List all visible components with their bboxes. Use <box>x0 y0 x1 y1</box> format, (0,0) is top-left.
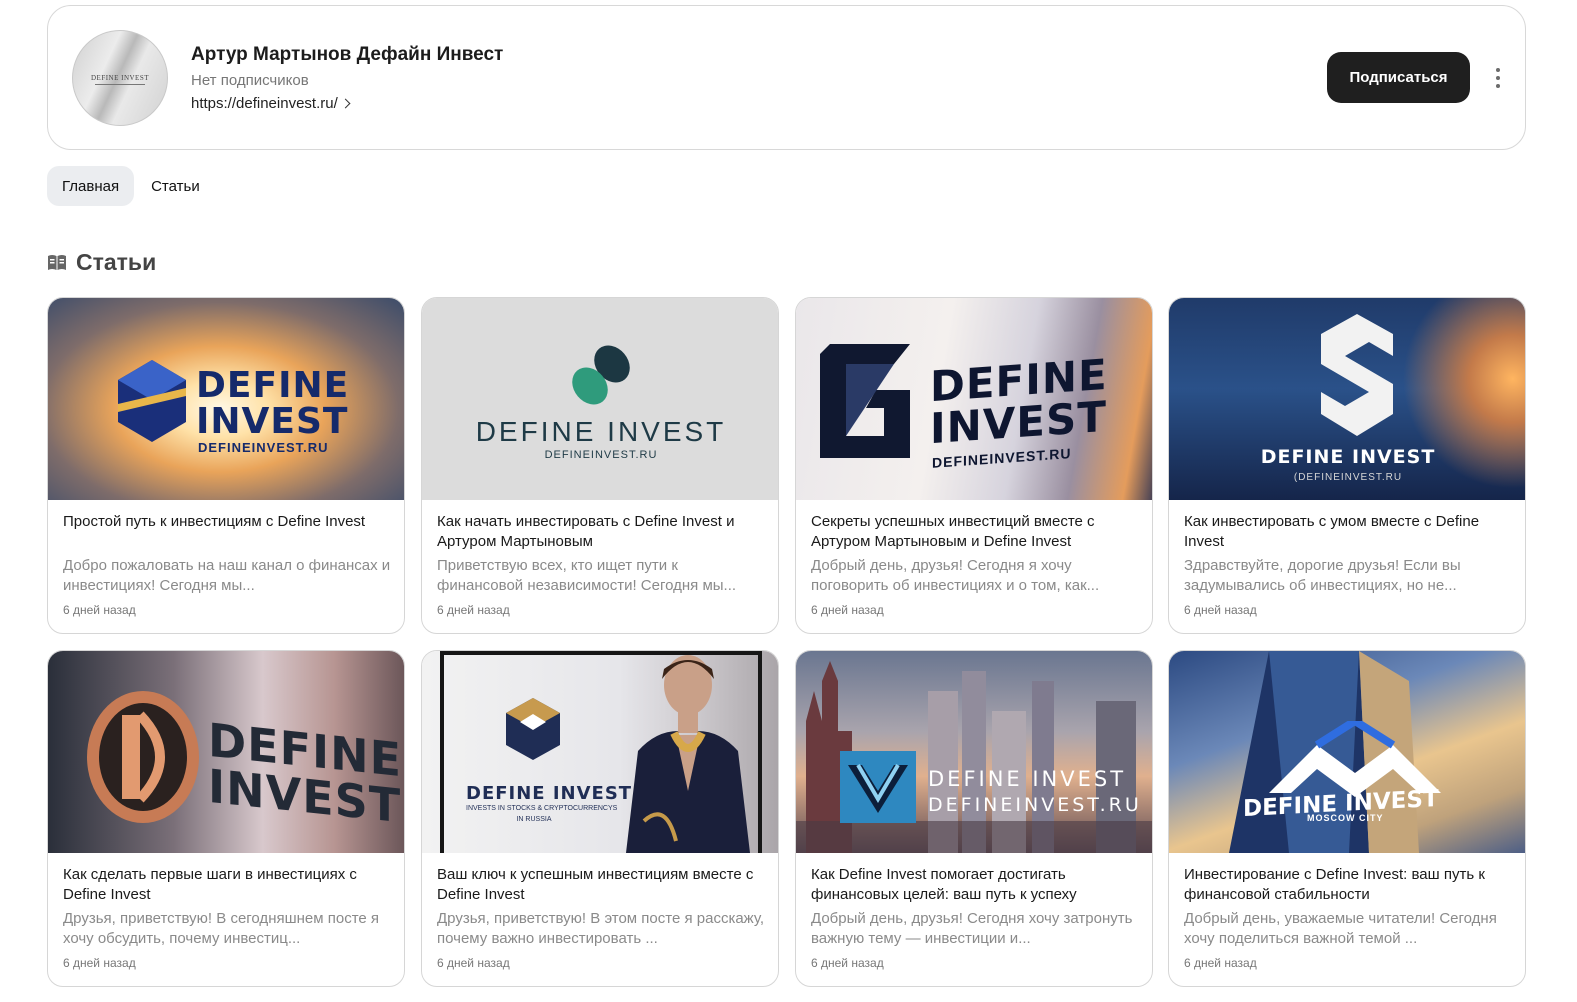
channel-header: DEFINE INVEST Артур Мартынов Дефайн Инве… <box>47 5 1526 150</box>
book-icon <box>48 254 66 270</box>
article-snippet: Здравствуйте, дорогие друзья! Если вы за… <box>1184 557 1461 594</box>
article-date: 6 дней назад <box>63 603 136 617</box>
cover-logo-subtext: (DEFINEINVEST.RU <box>1293 472 1403 483</box>
article-cover-image[interactable]: DEFINE INVEST <box>48 651 404 853</box>
cover-logo-subtext: MOSCOW CITY <box>1307 813 1384 823</box>
s-logo-icon <box>1321 314 1393 436</box>
article-card[interactable]: DEFINE INVEST Как сделать первые шаги в … <box>47 650 405 987</box>
v-logo-icon <box>840 751 916 823</box>
cover-logo-text: DEFINE INVEST <box>208 712 403 834</box>
article-title[interactable]: Как инвестировать с умом вместе с Define… <box>1184 512 1512 552</box>
article-date: 6 дней назад <box>811 603 884 617</box>
article-snippet: Добрый день, уважаемые читатели! Сегодня… <box>1184 910 1497 947</box>
article-snippet: Добро пожаловать на наш канал о финансах… <box>63 557 391 594</box>
article-cover-image[interactable]: DEFINE INVEST DEFINEINVEST.RU <box>48 298 404 500</box>
article-title[interactable]: Секреты успешных инвестиций вместе с Арт… <box>811 512 1139 552</box>
article-title[interactable]: Инвестирование с Define Invest: ваш путь… <box>1184 865 1512 905</box>
channel-website-link[interactable]: https://defineinvest.ru/ <box>191 95 351 112</box>
g-logo-icon <box>820 344 910 458</box>
cover-logo-text: DEFINE INVEST <box>196 365 350 442</box>
article-title[interactable]: Простой путь к инвестициям с Define Inve… <box>63 512 391 532</box>
article-cover-image[interactable]: DEFINE INVEST (DEFINEINVEST.RU <box>1169 298 1525 500</box>
diamond-logo-icon <box>118 360 186 442</box>
cover-logo-text: DEFINE INVEST <box>466 783 633 804</box>
article-card[interactable]: DEFINE INVEST INVESTS IN STOCKS & CRYPTO… <box>421 650 779 987</box>
article-date: 6 дней назад <box>811 956 884 970</box>
article-snippet: Друзья, приветствую! В этом посте я расс… <box>437 910 765 947</box>
article-card[interactable]: DEFINE INVEST DEFINEINVEST.RU Простой пу… <box>47 297 405 634</box>
avatar[interactable]: DEFINE INVEST <box>72 30 168 126</box>
article-date: 6 дней назад <box>437 603 510 617</box>
article-cover-image[interactable]: DEFINE INVEST DEFINEINVEST.RU <box>796 651 1152 853</box>
more-options-icon[interactable] <box>1486 66 1510 90</box>
cover-logo-subtext: DEFINEINVEST.RU <box>198 440 329 455</box>
avatar-logo-text: DEFINE INVEST <box>90 74 150 82</box>
article-title[interactable]: Как Define Invest помогает достигать фин… <box>811 865 1139 905</box>
cover-logo-subtext: DEFINEINVEST.RU <box>544 449 658 461</box>
leaf-logo-icon <box>572 345 630 405</box>
article-date: 6 дней назад <box>63 956 136 970</box>
section-title: Статьи <box>76 249 157 275</box>
cover-logo-text: DEFINE INVEST <box>930 349 1108 454</box>
article-card[interactable]: DEFINE INVEST (DEFINEINVEST.RU Как инвес… <box>1168 297 1526 634</box>
article-cover-image[interactable]: DEFINE INVEST DEFINEINVEST.RU <box>422 298 778 500</box>
cover-logo-text: DEFINE INVEST <box>1260 446 1436 468</box>
article-cover-image[interactable]: DEFINE INVEST DEFINEINVEST.RU <box>796 298 1152 500</box>
article-snippet: Добрый день, друзья! Сегодня хочу затрон… <box>811 910 1133 947</box>
cube-logo-icon <box>506 698 560 760</box>
tab-articles[interactable]: Статьи <box>136 166 215 206</box>
article-title[interactable]: Как начать инвестировать с Define Invest… <box>437 512 765 552</box>
chevron-right-icon <box>340 98 351 109</box>
article-title[interactable]: Ваш ключ к успешным инвестициям вместе с… <box>437 865 765 905</box>
channel-website-text: https://defineinvest.ru/ <box>191 95 338 112</box>
cover-logo-text: DEFINE INVEST <box>475 416 727 447</box>
article-date: 6 дней назад <box>1184 956 1257 970</box>
article-date: 6 дней назад <box>1184 603 1257 617</box>
subscribe-button[interactable]: Подписаться <box>1327 52 1470 103</box>
channel-tabs: Главная Статьи <box>47 166 215 206</box>
article-card[interactable]: DEFINE INVEST MOSCOW CITY Инвестирование… <box>1168 650 1526 987</box>
tab-main[interactable]: Главная <box>47 166 135 206</box>
avatar-logo-line <box>95 84 145 85</box>
article-date: 6 дней назад <box>437 956 510 970</box>
article-card[interactable]: DEFINE INVEST DEFINEINVEST.RU Как Define… <box>795 650 1153 987</box>
article-title[interactable]: Как сделать первые шаги в инвестициях с … <box>63 865 391 905</box>
article-card[interactable]: DEFINE INVEST DEFINEINVEST.RU Как начать… <box>421 297 779 634</box>
article-snippet: Добрый день, друзья! Сегодня я хочу пого… <box>811 557 1100 594</box>
article-cover-image[interactable]: DEFINE INVEST MOSCOW CITY <box>1169 651 1525 853</box>
article-card[interactable]: DEFINE INVEST DEFINEINVEST.RU Секреты ус… <box>795 297 1153 634</box>
subscriber-count: Нет подписчиков <box>191 72 309 89</box>
article-snippet: Приветствую всех, кто ищет пути к финанс… <box>437 557 737 594</box>
article-cover-image[interactable]: DEFINE INVEST INVESTS IN STOCKS & CRYPTO… <box>422 651 778 853</box>
cover-logo-text: DEFINE INVEST <box>928 767 1127 791</box>
article-snippet: Друзья, приветствую! В сегодняшнем посте… <box>63 910 380 947</box>
channel-name[interactable]: Артур Мартынов Дефайн Инвест <box>191 44 503 66</box>
cover-logo-subtext: DEFINEINVEST.RU <box>928 794 1142 816</box>
model-photo <box>626 655 750 853</box>
cover-logo-subtext: INVESTS IN STOCKS & CRYPTOCURRENCYS IN R… <box>466 805 618 823</box>
d-logo-icon <box>87 691 199 823</box>
section-heading: Статьи <box>47 249 156 276</box>
